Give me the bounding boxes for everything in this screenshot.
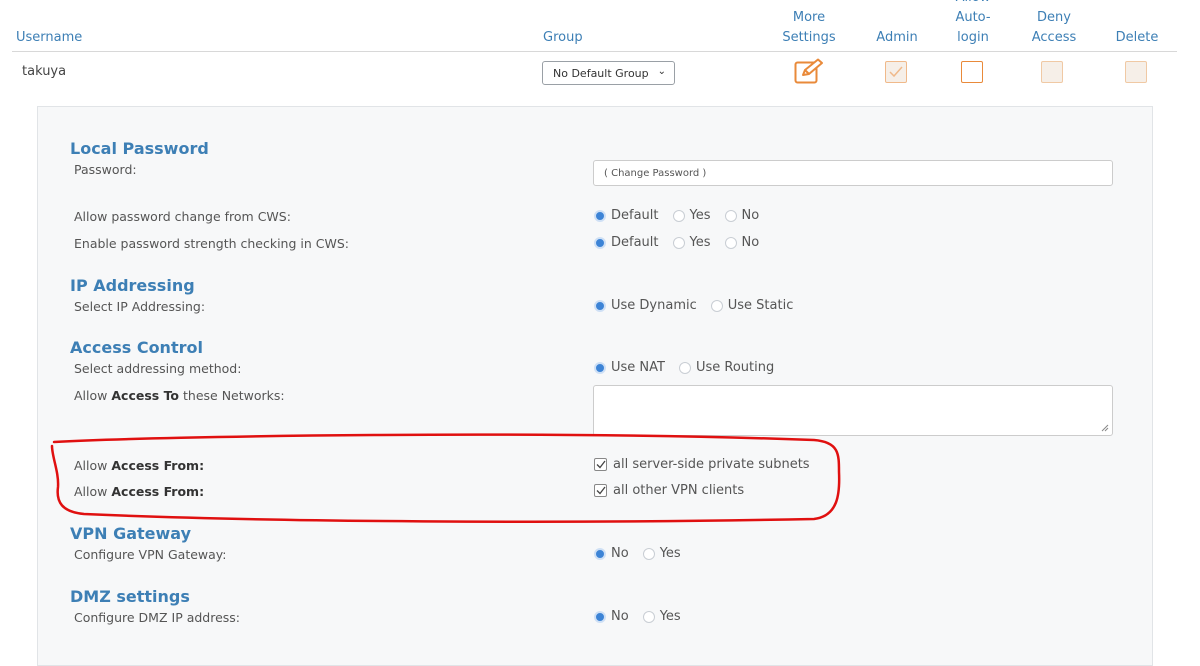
dmz-label: Configure DMZ IP address: (74, 610, 241, 625)
radio-no[interactable]: No (724, 235, 759, 250)
red-highlight-annotation (50, 433, 841, 523)
delete-checkbox[interactable] (1125, 61, 1147, 83)
radio-no[interactable]: No (724, 208, 759, 223)
radio-no[interactable]: No (594, 609, 629, 624)
radio-no[interactable]: No (594, 546, 629, 561)
group-select-value: No Default Group (553, 66, 649, 80)
radio-use-dynamic[interactable]: Use Dynamic (594, 298, 697, 313)
access-to-networks-label: Allow Access To these Networks: (74, 388, 285, 403)
group-select[interactable]: No Default Group ⌄ (542, 61, 675, 85)
addressing-method-radiogroup: Use NAT Use Routing (594, 360, 788, 375)
check-icon (889, 66, 903, 78)
allow-autologin-checkbox[interactable] (961, 61, 983, 83)
ip-addressing-radiogroup: Use Dynamic Use Static (594, 298, 807, 313)
radio-yes[interactable]: Yes (672, 208, 711, 223)
section-title-local-password: Local Password (70, 139, 209, 158)
password-strength-radiogroup: Default Yes No (594, 235, 773, 250)
col-header-allow-autologin: Allow Auto-login (955, 0, 991, 45)
chevron-down-icon: ⌄ (657, 66, 666, 77)
radio-yes[interactable]: Yes (642, 546, 681, 561)
col-header-deny-access: Deny Access (1031, 10, 1077, 45)
deny-access-checkbox[interactable] (1041, 61, 1063, 83)
allow-password-change-label: Allow password change from CWS: (74, 209, 291, 224)
admin-checkbox[interactable] (885, 61, 907, 83)
password-field[interactable]: ( Change Password ) (593, 160, 1113, 186)
section-title-ip-addressing: IP Addressing (70, 276, 195, 295)
radio-use-nat[interactable]: Use NAT (594, 360, 665, 375)
radio-use-routing[interactable]: Use Routing (678, 360, 774, 375)
vpn-gateway-label: Configure VPN Gateway: (74, 547, 227, 562)
header-divider (12, 51, 1177, 52)
section-title-dmz-settings: DMZ settings (70, 587, 190, 606)
password-placeholder: ( Change Password ) (604, 168, 707, 179)
col-header-more-settings: More Settings (782, 10, 836, 45)
section-title-access-control: Access Control (70, 338, 203, 357)
addressing-method-label: Select addressing method: (74, 361, 242, 376)
col-header-delete: Delete (1115, 30, 1159, 45)
row-username: takuya (22, 64, 67, 79)
col-header-admin: Admin (876, 30, 918, 45)
pencil-square-icon[interactable] (794, 58, 824, 88)
vpn-gateway-radiogroup: No Yes (594, 546, 695, 561)
ip-addressing-label: Select IP Addressing: (74, 299, 206, 314)
col-header-username: Username (16, 30, 83, 45)
radio-default[interactable]: Default (594, 235, 659, 250)
radio-default[interactable]: Default (594, 208, 659, 223)
radio-yes[interactable]: Yes (672, 235, 711, 250)
section-title-vpn-gateway: VPN Gateway (70, 524, 192, 543)
allow-password-change-radiogroup: Default Yes No (594, 208, 773, 223)
access-to-networks-textarea[interactable] (593, 385, 1113, 436)
radio-yes[interactable]: Yes (642, 609, 681, 624)
password-label: Password: (74, 162, 137, 177)
resize-handle-icon[interactable] (1101, 424, 1109, 432)
dmz-radiogroup: No Yes (594, 609, 695, 624)
radio-use-static[interactable]: Use Static (710, 298, 793, 313)
col-header-group: Group (543, 30, 583, 45)
password-strength-label: Enable password strength checking in CWS… (74, 236, 349, 251)
